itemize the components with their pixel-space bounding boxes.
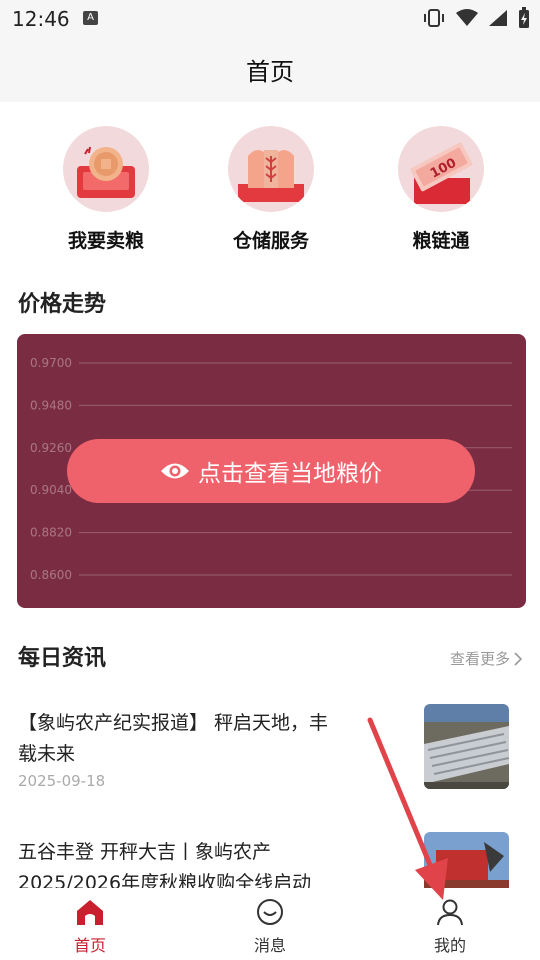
status-bar: 12:46 A xyxy=(0,0,540,36)
news-section-title: 每日资讯 xyxy=(18,646,107,671)
chart-y-tick-label: 0.8600 xyxy=(30,568,72,582)
quick-action-grain-chain[interactable]: 100 粮链通 xyxy=(371,122,511,256)
status-time: 12:46 xyxy=(12,7,70,31)
home-icon xyxy=(77,900,103,925)
tab-label: 我的 xyxy=(433,936,466,955)
status-icons xyxy=(422,6,530,30)
wifi-icon xyxy=(456,9,478,26)
vibrate-icon xyxy=(424,9,444,27)
user-icon xyxy=(437,899,463,926)
chart-y-tick-label: 0.9700 xyxy=(30,356,72,370)
news-item[interactable]: 五谷丰登 开秤大吉丨象屿农产2025/2026年度秋粮收购全线启动 xyxy=(0,832,540,888)
view-more-label: 查看更多 xyxy=(449,650,510,668)
chevron-right-icon xyxy=(514,651,522,666)
title-bar: 首页 xyxy=(0,36,540,102)
news-title: 五谷丰登 开秤大吉丨象屿农产2025/2026年度秋粮收购全线启动 xyxy=(18,841,312,888)
quick-actions: 我要卖粮 仓储服务 100 粮链通 xyxy=(0,122,540,256)
smile-message-icon xyxy=(257,899,283,925)
quick-action-sell-grain[interactable]: 我要卖粮 xyxy=(36,122,176,256)
tab-label: 首页 xyxy=(73,936,106,955)
chart-y-tick-label: 0.8820 xyxy=(30,526,72,540)
news-item[interactable]: 【象屿农产纪实报道】 秤启天地，丰载未来 2025-09-18 xyxy=(0,700,540,810)
quick-action-label: 粮链通 xyxy=(412,230,470,252)
news-thumbnail xyxy=(424,832,509,888)
tab-label: 消息 xyxy=(253,936,286,955)
notification-a-icon: A xyxy=(83,11,98,25)
signal-icon xyxy=(489,10,507,26)
chart-y-tick-label: 0.9260 xyxy=(30,441,72,455)
coin-cart-icon xyxy=(63,126,149,212)
bottom-tab-bar: 首页 消息 我的 xyxy=(0,888,540,960)
chart-y-tick-label: 0.9040 xyxy=(30,483,72,497)
quick-action-label: 我要卖粮 xyxy=(67,230,144,252)
page-title: 首页 xyxy=(246,58,294,86)
chart-y-tick-label: 0.9480 xyxy=(30,398,72,412)
view-more-link[interactable]: 查看更多 xyxy=(450,648,522,669)
tab-profile[interactable]: 我的 xyxy=(360,888,540,960)
view-local-price-label: 点击查看当地粮价 xyxy=(198,461,382,487)
eye-icon xyxy=(161,463,189,479)
news-thumbnail xyxy=(424,704,509,789)
news-date: 2025-09-18 xyxy=(18,772,106,790)
news-title: 【象屿农产纪实报道】 秤启天地，丰载未来 xyxy=(18,712,329,765)
view-local-price-button[interactable]: 点击查看当地粮价 xyxy=(67,439,475,503)
money-envelope-icon: 100 xyxy=(398,126,484,212)
granary-icon xyxy=(228,126,314,212)
tab-messages[interactable]: 消息 xyxy=(180,888,360,960)
battery-icon xyxy=(519,7,529,28)
tab-home[interactable]: 首页 xyxy=(0,888,180,960)
quick-action-storage[interactable]: 仓储服务 xyxy=(201,122,341,256)
quick-action-label: 仓储服务 xyxy=(232,230,309,252)
price-trend-title: 价格走势 xyxy=(18,292,107,317)
